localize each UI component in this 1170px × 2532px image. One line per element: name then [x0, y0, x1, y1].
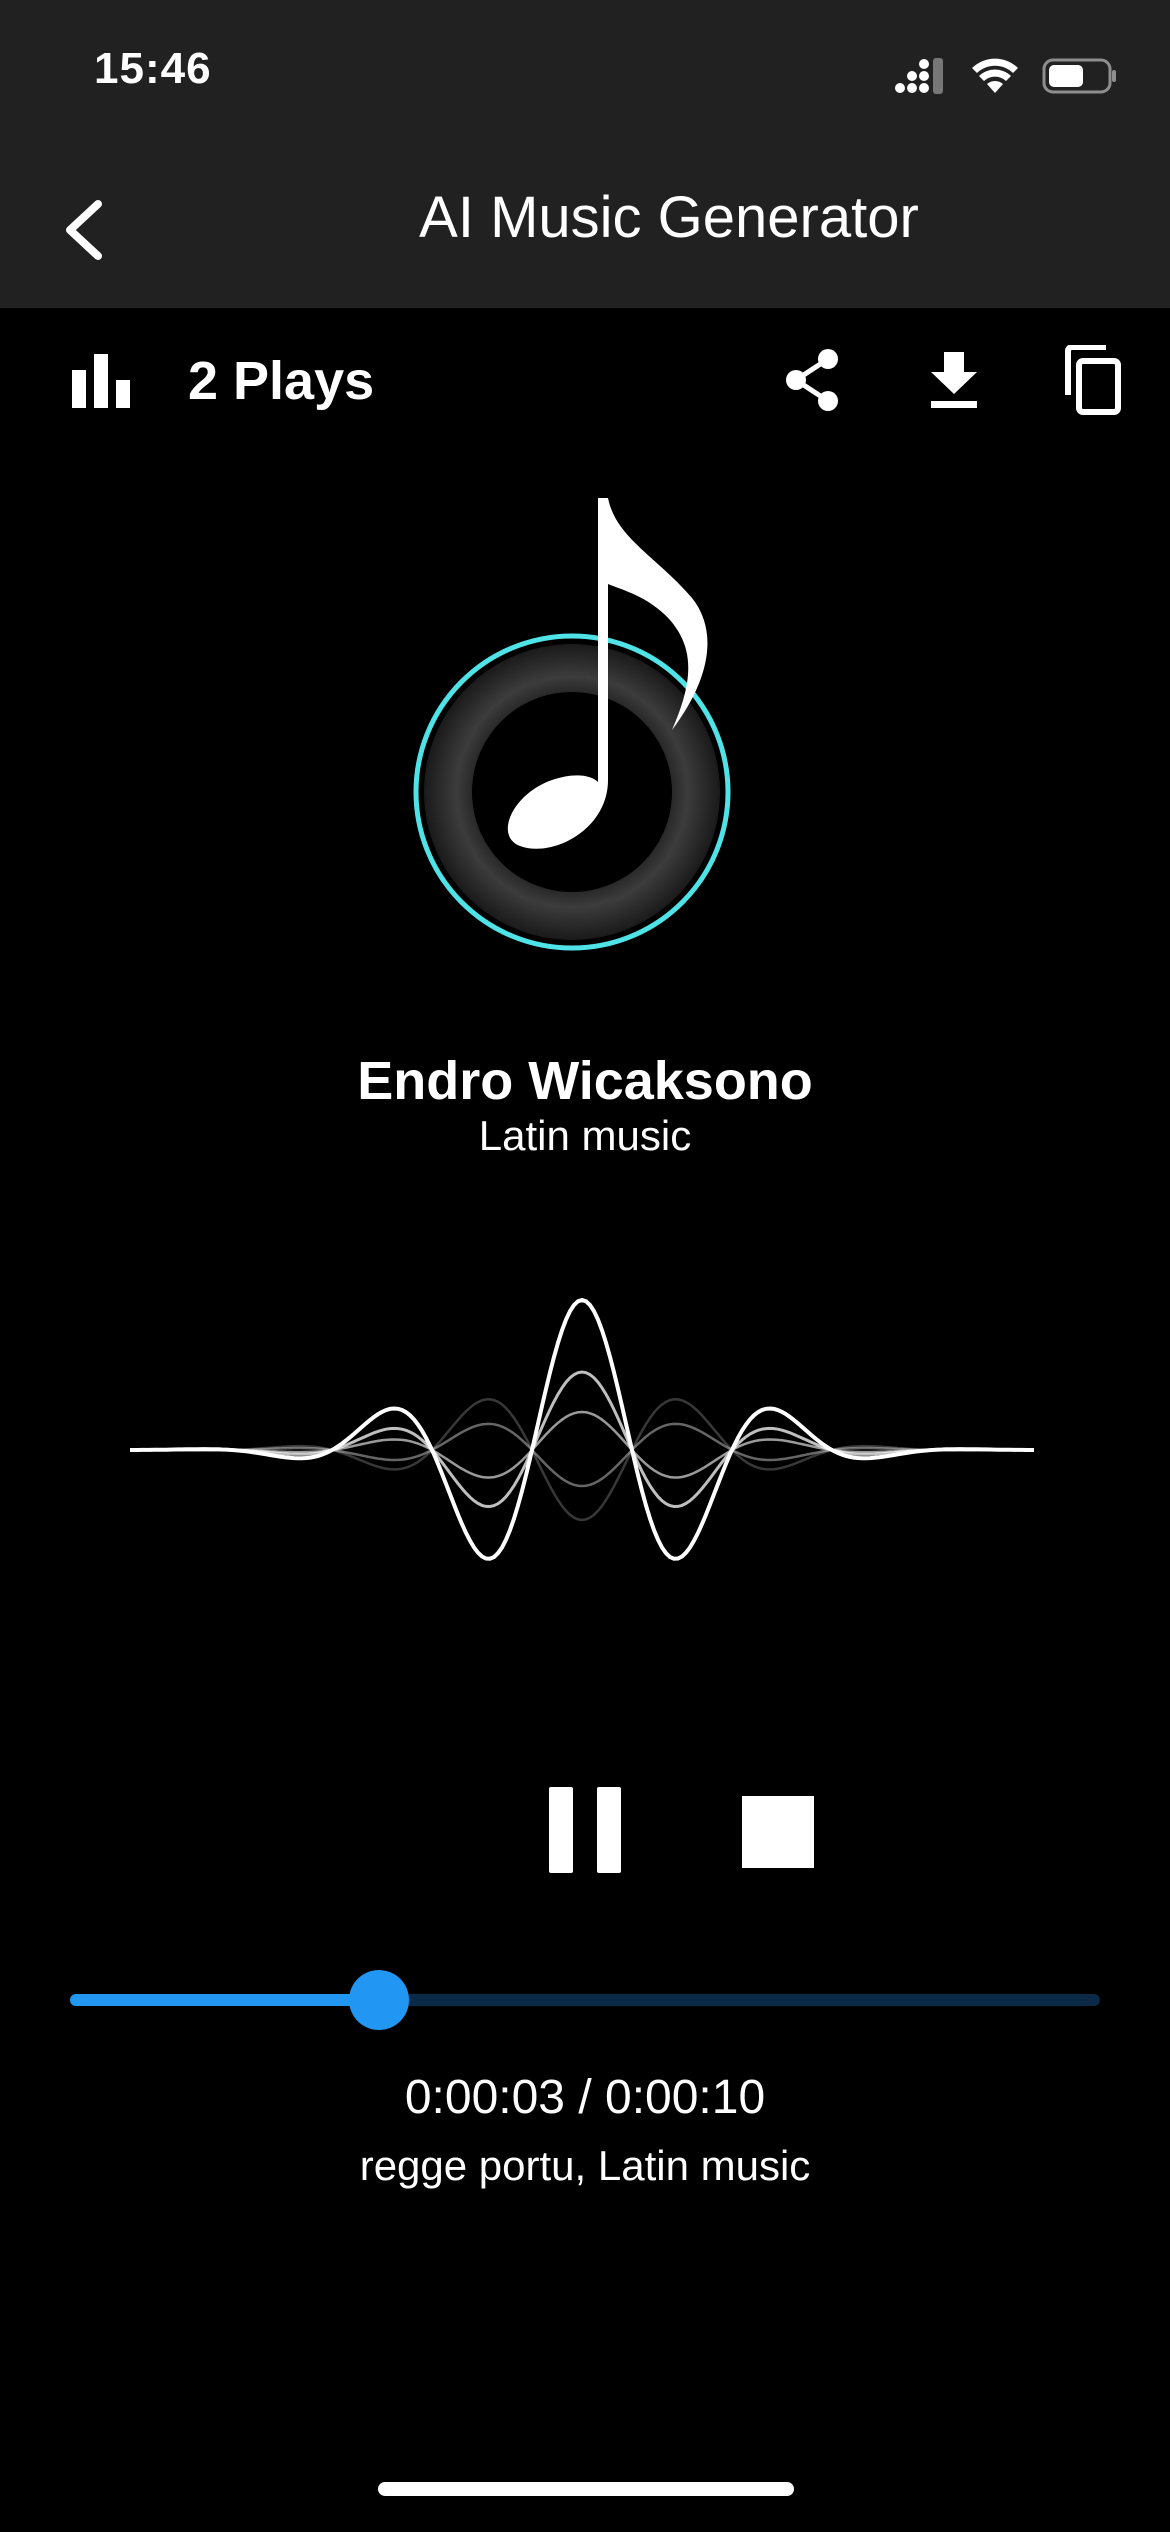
- battery-icon: [1042, 58, 1116, 94]
- share-icon: [786, 349, 838, 411]
- playback-progress-slider[interactable]: [70, 1968, 1100, 2032]
- signal-icon: [895, 58, 943, 94]
- pause-icon: [549, 1787, 573, 1873]
- status-icons: [894, 46, 1118, 106]
- copy-button[interactable]: [1056, 340, 1128, 420]
- copy-icon: [1065, 345, 1121, 415]
- download-button[interactable]: [918, 340, 990, 420]
- share-button[interactable]: [776, 340, 848, 420]
- plays-count: 2 Plays: [188, 351, 375, 411]
- playback-time: 0:00:03 / 0:00:10: [404, 2071, 766, 2124]
- waveform-line: [130, 1398, 1034, 1522]
- app-bar: 15:46 AI Music Generator: [0, 0, 1170, 308]
- track-genre: Latin music: [478, 1112, 692, 1159]
- home-indicator[interactable]: [378, 2482, 794, 2496]
- stop-button[interactable]: [742, 1796, 814, 1868]
- wifi-icon: [972, 58, 1018, 93]
- waveform-visual: [130, 1297, 1034, 1561]
- page-title-text: AI Music Generator: [419, 185, 919, 250]
- pause-button[interactable]: [540, 1780, 630, 1880]
- page-title: AI Music Generator: [0, 184, 1170, 251]
- music-player-screen: 15:46 AI Music Generator 2 Plays Endro W…: [0, 0, 1170, 2532]
- track-tags: regge portu, Latin music: [359, 2142, 811, 2189]
- slider-thumb[interactable]: [349, 1970, 409, 2030]
- music-note-logo: [413, 498, 731, 951]
- bar-chart-icon: [72, 354, 130, 408]
- download-icon: [931, 352, 977, 408]
- status-time: 15:46: [94, 44, 212, 93]
- slider-fill: [70, 1994, 379, 2006]
- waveform-line: [130, 1410, 1034, 1479]
- artist-name: Endro Wicaksono: [357, 1051, 813, 1111]
